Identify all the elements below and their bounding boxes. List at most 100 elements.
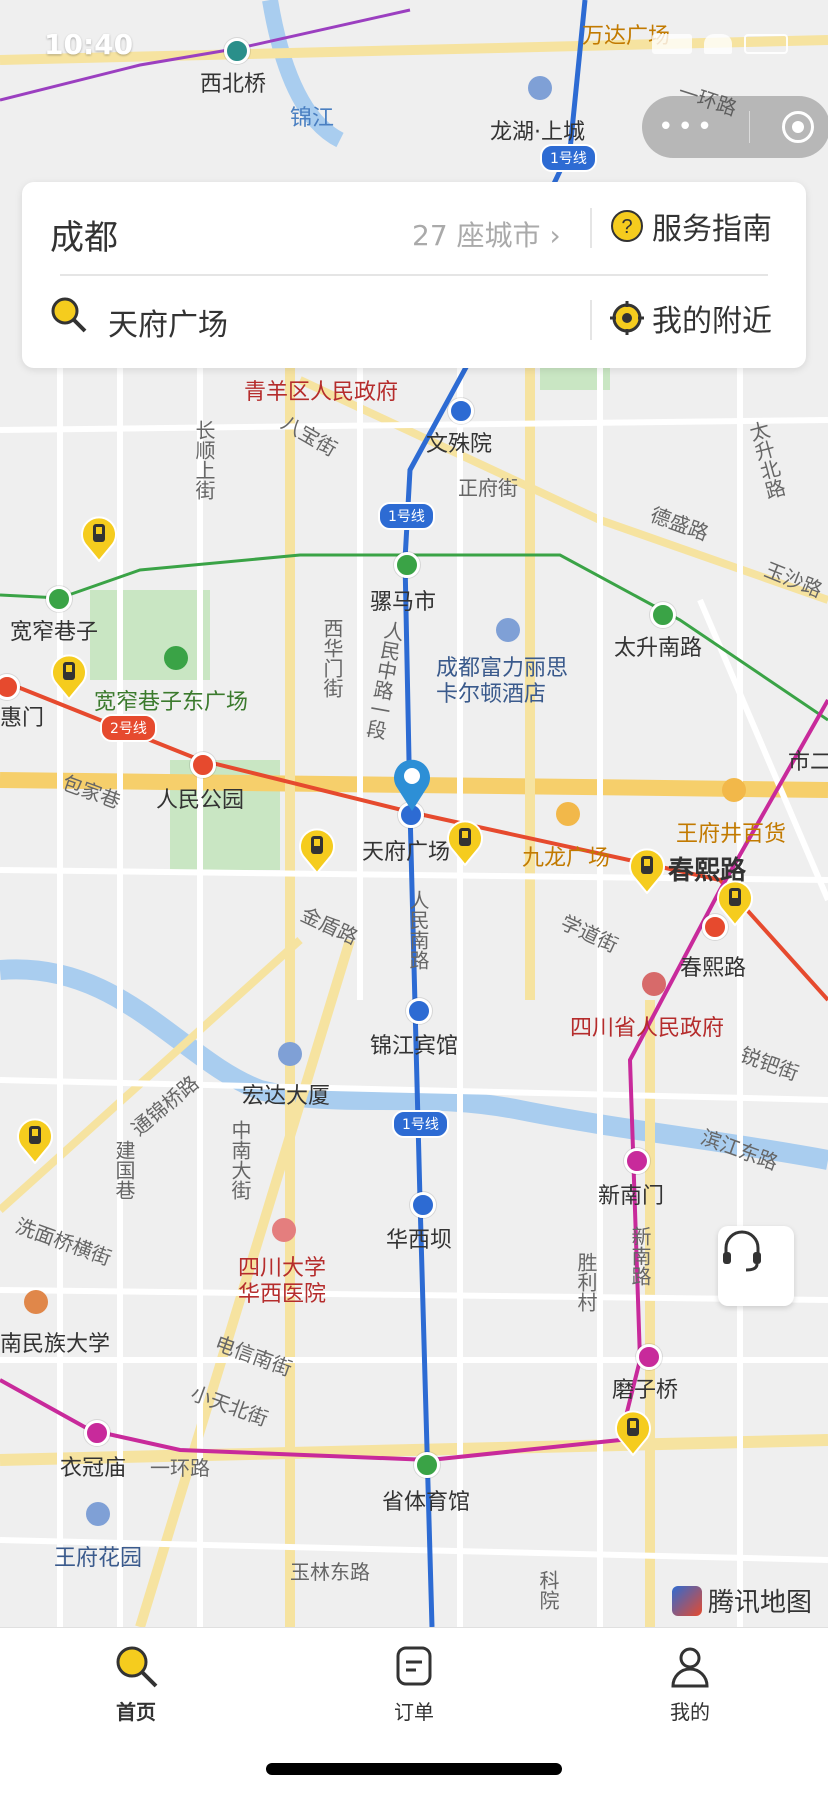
order-icon xyxy=(396,1646,432,1686)
line2-badge: 2号线 xyxy=(100,714,157,742)
label-hilton: 成都富力丽思 卡尔顿酒店 xyxy=(436,656,569,707)
locate-icon xyxy=(610,301,644,335)
capsule-divider xyxy=(748,111,750,143)
home-indicator[interactable] xyxy=(266,1763,562,1775)
locker-pin[interactable] xyxy=(298,826,336,875)
label-jianguoxiang: 建国巷 xyxy=(112,1140,136,1200)
label-renmin-nanlu: 人民南路 xyxy=(406,890,430,970)
tab-orders[interactable]: 订单 xyxy=(354,1642,474,1725)
station-wenshuyuan[interactable] xyxy=(448,398,474,424)
miniprogram-capsule: ••• xyxy=(642,96,828,158)
station-taishengnanlu[interactable] xyxy=(650,602,676,628)
station-xibeiqiao[interactable] xyxy=(224,38,250,64)
label-zhongnan: 中南大街 xyxy=(228,1120,252,1200)
label-wenshuyuan: 文殊院 xyxy=(426,432,493,457)
school-icon xyxy=(24,1290,48,1314)
tab-home-label: 首页 xyxy=(116,1700,156,1724)
label-mozi: 磨子桥 xyxy=(612,1378,679,1403)
line1-badge-bottom: 1号线 xyxy=(392,1110,449,1138)
hotel-icon xyxy=(496,618,520,642)
locker-pin[interactable] xyxy=(628,846,666,895)
locker-pin[interactable] xyxy=(80,514,118,563)
chevron-right-icon: › xyxy=(549,219,561,252)
headset-icon xyxy=(723,1230,761,1272)
station-huaxiba[interactable] xyxy=(410,1192,436,1218)
label-shengtiyuguan: 省体育馆 xyxy=(382,1490,471,1515)
label-longhu: 龙湖·上城 xyxy=(490,120,585,145)
locker-pin[interactable] xyxy=(614,1408,652,1457)
user-icon xyxy=(671,1647,709,1688)
park-icon xyxy=(164,646,188,670)
label-shichu: 市二 xyxy=(788,750,828,775)
tab-home[interactable]: 首页 xyxy=(76,1642,196,1725)
help-icon: ? xyxy=(611,210,643,242)
station-kuanzhai[interactable] xyxy=(46,586,72,612)
status-time: 10:40 xyxy=(44,28,134,61)
station-shengtiyuguan[interactable] xyxy=(414,1452,440,1478)
status-indicators xyxy=(652,34,788,54)
home-icon xyxy=(86,1502,110,1526)
line1-badge-mid: 1号线 xyxy=(378,502,435,530)
attribution-text: 腾讯地图 xyxy=(708,1588,813,1618)
label-jiulong: 九龙广场 xyxy=(522,846,611,871)
city-selector[interactable]: 27 座城市 › xyxy=(412,214,561,254)
label-huimen: 惠门 xyxy=(0,706,45,731)
more-options-icon[interactable]: ••• xyxy=(658,112,716,142)
search-input[interactable]: 天府广场 xyxy=(108,300,228,344)
label-yihuanlu-bottom: 一环路 xyxy=(150,1456,210,1480)
label-keyuan: 科院 xyxy=(536,1570,560,1610)
hospital-icon xyxy=(272,1218,296,1242)
tab-profile-label: 我的 xyxy=(670,1700,710,1724)
city-name[interactable]: 成都 xyxy=(50,210,118,259)
station-xinnanmen[interactable] xyxy=(624,1148,650,1174)
label-luomashi: 骡马市 xyxy=(370,590,437,615)
label-chunxilu: 春熙路 xyxy=(680,956,747,981)
divider xyxy=(590,300,592,340)
label-kuanzhai: 宽窄巷子 xyxy=(10,620,99,645)
label-changshunjie: 长顺上街 xyxy=(192,420,216,500)
label-taishengnanlu: 太升南路 xyxy=(614,636,703,661)
label-xinnanmen: 新南门 xyxy=(598,1184,665,1209)
label-provincial-gov: 四川省人民政府 xyxy=(570,1016,725,1041)
tab-orders-label: 订单 xyxy=(394,1700,434,1724)
label-wangfu-garden: 王府花园 xyxy=(54,1546,143,1571)
nearby-label: 我的附近 xyxy=(652,304,772,339)
station-jinjiang-hotel[interactable] xyxy=(406,998,432,1024)
label-huaxi-hospital: 四川大学 华西医院 xyxy=(238,1256,327,1307)
city-count-label: 27 座城市 xyxy=(412,219,541,252)
station-renmin-park[interactable] xyxy=(190,752,216,778)
service-guide-button[interactable]: ? 服务指南 xyxy=(610,204,772,248)
label-xinnanlu: 新南路 xyxy=(628,1226,652,1286)
label-renmin-park: 人民公园 xyxy=(156,788,245,813)
label-qingyang: 青羊区人民政府 xyxy=(244,380,399,405)
wifi-icon xyxy=(704,34,732,54)
label-kuanzhai-park: 宽窄巷子东广场 xyxy=(94,690,249,715)
customer-service-button[interactable] xyxy=(718,1226,794,1306)
label-yulindonglu: 玉林东路 xyxy=(290,1560,370,1584)
locker-pin[interactable] xyxy=(16,1116,54,1165)
station-yiguanmiao[interactable] xyxy=(84,1420,110,1446)
locker-pin[interactable] xyxy=(50,652,88,701)
search-row: 天府广场 我的附近 xyxy=(22,274,806,368)
shopping-icon xyxy=(556,802,580,826)
label-wangfujing: 王府井百货 xyxy=(676,822,787,847)
svg-text:?: ? xyxy=(621,216,632,238)
home-search-icon xyxy=(116,1646,158,1688)
signal-icon xyxy=(652,34,692,54)
station-mozi[interactable] xyxy=(636,1344,662,1370)
search-icon xyxy=(51,297,87,333)
label-minzu: 南民族大学 xyxy=(0,1332,111,1357)
search-card: 成都 27 座城市 › ? 服务指南 天府广场 我的附近 xyxy=(22,182,806,368)
close-miniprogram-icon[interactable] xyxy=(781,111,814,143)
location-marker-icon xyxy=(392,756,432,812)
building-icon xyxy=(278,1042,302,1066)
locker-pin[interactable] xyxy=(446,818,484,867)
map-attribution: 腾讯地图 xyxy=(672,1582,812,1619)
label-tianfu: 天府广场 xyxy=(362,840,451,865)
label-yiguanmiao: 衣冠庙 xyxy=(60,1456,127,1481)
locker-pin[interactable] xyxy=(716,878,754,927)
station-luomashi[interactable] xyxy=(394,552,420,578)
tab-profile[interactable]: 我的 xyxy=(630,1642,750,1725)
nearby-button[interactable]: 我的附近 xyxy=(610,296,772,340)
service-guide-label: 服务指南 xyxy=(652,212,772,247)
